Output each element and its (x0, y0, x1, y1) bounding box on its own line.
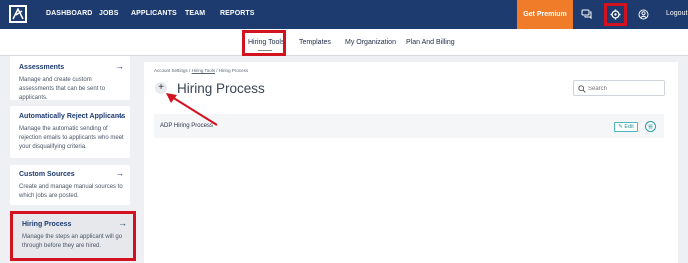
sidebar-item-title: Assessments (19, 64, 65, 71)
profile-button[interactable] (630, 0, 658, 29)
sidebar-item-custom-sources[interactable]: Custom Sources → Create and manage manua… (10, 165, 130, 205)
page-title: Hiring Process (177, 81, 265, 96)
hiring-process-row[interactable]: ADP Hiring Process ✎ Edit (154, 114, 664, 138)
tab-templates[interactable]: Templates (299, 39, 331, 46)
sidebar-item-title: Hiring Process (22, 221, 72, 228)
delete-button[interactable] (645, 121, 656, 132)
chat-icon (581, 9, 592, 19)
arrow-right-icon: → (118, 218, 127, 228)
breadcrumb-root[interactable]: Account Settings (154, 68, 188, 73)
breadcrumb-current: Hiring Process (218, 68, 249, 73)
nav-reports[interactable]: REPORTS (220, 10, 255, 17)
breadcrumb-hiring-tools[interactable]: Hiring Tools (192, 68, 215, 73)
user-icon (638, 9, 649, 20)
settings-highlight (604, 3, 627, 26)
pencil-icon: ✎ (618, 124, 623, 130)
search-box[interactable] (573, 80, 665, 96)
add-hiring-process-button[interactable]: + (155, 82, 167, 94)
arrow-right-icon: → (115, 61, 124, 71)
edit-button[interactable]: ✎ Edit (614, 122, 638, 132)
sidebar-item-auto-reject[interactable]: Automatically Reject Applicants → Manage… (10, 106, 130, 158)
sidebar-item-title: Automatically Reject Applicants (19, 113, 126, 120)
breadcrumb: Account Settings / Hiring Tools / Hiring… (154, 68, 249, 73)
nav-applicants[interactable]: APPLICANTS (131, 10, 177, 17)
nav-jobs[interactable]: JOBS (99, 10, 118, 17)
nav-team[interactable]: TEAM (185, 10, 205, 17)
tab-plan-and-billing[interactable]: Plan And Billing (406, 39, 455, 46)
get-premium-button[interactable]: Get Premium (517, 0, 573, 29)
sidebar-item-hiring-process[interactable]: Hiring Process → Manage the steps an app… (10, 211, 136, 261)
sidebar-item-title: Custom Sources (19, 171, 75, 178)
tab-my-organization[interactable]: My Organization (345, 39, 396, 46)
search-icon (578, 85, 586, 93)
sidebar-item-assessments[interactable]: Assessments → Manage and create custom a… (10, 56, 130, 101)
logo-icon[interactable] (9, 5, 27, 23)
hiring-process-name: ADP Hiring Process (160, 123, 213, 129)
sidebar-item-desc: Manage the steps an applicant will go th… (22, 234, 123, 249)
sidebar-item-desc: Manage and create custom assessments tha… (19, 77, 106, 101)
hiring-tools-highlight (242, 30, 286, 56)
arrow-right-icon: → (115, 168, 124, 178)
arrow-right-icon: → (115, 110, 124, 120)
top-navigation: DASHBOARD JOBS APPLICANTS TEAM REPORTS G… (0, 0, 688, 29)
nav-dashboard[interactable]: DASHBOARD (46, 10, 92, 17)
delete-icon (648, 124, 653, 129)
logout-link[interactable]: Logout (666, 10, 687, 17)
sidebar-item-desc: Manage the automatic sending of rejectio… (19, 126, 124, 150)
chat-button[interactable] (573, 0, 601, 29)
search-input[interactable] (588, 83, 660, 94)
sidebar-item-desc: Create and manage manual sources to whic… (19, 184, 123, 199)
sub-navigation: Hiring Tools Templates My Organization P… (0, 29, 688, 56)
